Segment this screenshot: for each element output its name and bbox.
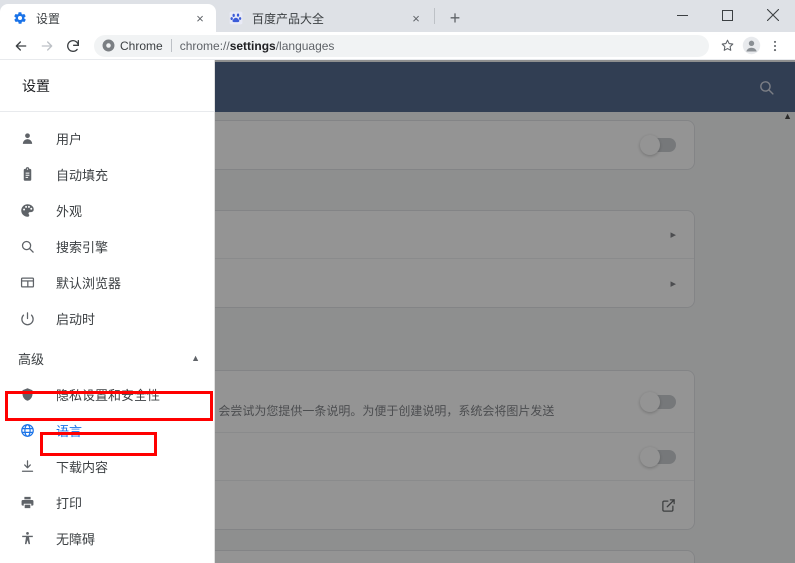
search-icon[interactable] — [755, 76, 777, 98]
sidebar-item-on-startup[interactable]: 启动时 — [0, 300, 214, 336]
sidebar-item-label: 外观 — [56, 203, 83, 219]
tab-baidu[interactable]: 百度产品大全 × — [216, 4, 432, 32]
sidebar-item-label: 用户 — [56, 131, 83, 147]
content-scroll-area[interactable]: 下载的文件的保存位置 网站设置 ▸ 清除浏览数据 ▸ — [30, 60, 795, 563]
row-toggle[interactable] — [640, 391, 676, 412]
tab-strip: 设置 × 百度产品大全 × + — [0, 0, 795, 32]
url-suffix: /languages — [275, 38, 335, 53]
sidebar-item-label: 下载内容 — [56, 459, 109, 475]
sidebar-item-advanced[interactable]: 高级 ▲ — [0, 340, 214, 376]
scroll-up-arrow-icon[interactable]: ▲ — [783, 112, 792, 121]
url-prefix: chrome:// — [179, 38, 230, 53]
sidebar-item-label: 搜索引擎 — [56, 239, 109, 255]
settings-content: 下载的文件的保存位置 网站设置 ▸ 清除浏览数据 ▸ — [30, 60, 795, 563]
forward-button[interactable] — [34, 33, 60, 59]
sidebar-item-label: 语言 — [56, 423, 83, 439]
minimize-button[interactable] — [660, 0, 705, 30]
search-icon — [18, 237, 36, 255]
new-tab-button[interactable]: + — [441, 4, 469, 32]
globe-icon — [18, 421, 36, 439]
sidebar-item-label: 打印 — [56, 495, 83, 511]
page-title: 设置 — [22, 77, 50, 94]
url-text: chrome://settings/languages — [180, 39, 335, 53]
window-controls — [660, 0, 795, 30]
row-toggle[interactable] — [640, 446, 676, 467]
omnibox-divider — [170, 39, 172, 52]
sidebar-header: 设置 — [0, 60, 214, 112]
sidebar-item-privacy-security[interactable]: 隐私设置和安全性 — [0, 376, 214, 412]
row-toggle[interactable] — [640, 135, 676, 155]
tab-title: 设置 — [36, 11, 61, 26]
url-bold: settings — [229, 38, 276, 53]
baidu-paw-icon — [228, 10, 244, 26]
sidebar-item-system[interactable]: 系统 — [0, 556, 214, 563]
maximize-button[interactable] — [705, 0, 750, 30]
sidebar-item-downloads[interactable]: 下载内容 — [0, 448, 214, 484]
palette-icon — [18, 201, 36, 219]
chevron-right-icon: ▸ — [670, 229, 676, 241]
person-icon — [18, 129, 36, 147]
tab-settings[interactable]: 设置 × — [0, 4, 216, 32]
gear-icon — [12, 10, 28, 26]
sidebar-item-label: 默认浏览器 — [56, 275, 122, 291]
avatar-icon[interactable] — [739, 34, 763, 58]
sidebar-item-label: 自动填充 — [56, 167, 109, 183]
settings-page: 下载的文件的保存位置 网站设置 ▸ 清除浏览数据 ▸ — [0, 60, 795, 563]
sidebar-item-default-browser[interactable]: 默认浏览器 — [0, 264, 214, 300]
chevron-up-icon: ▲ — [191, 352, 200, 363]
sidebar-item-label: 无障碍 — [56, 531, 96, 547]
back-button[interactable] — [8, 33, 34, 59]
close-icon[interactable]: × — [408, 10, 424, 26]
sidebar-item-accessibility[interactable]: 无障碍 — [0, 520, 214, 556]
sidebar-item-search-engine[interactable]: 搜索引擎 — [0, 228, 214, 264]
printer-icon — [18, 493, 36, 511]
tab-title: 百度产品大全 — [252, 11, 325, 26]
settings-header-bar — [215, 62, 795, 112]
chrome-chip-label: Chrome — [120, 38, 163, 53]
accessibility-icon — [18, 529, 36, 547]
chrome-chip: Chrome — [102, 39, 163, 53]
external-link-icon[interactable] — [656, 498, 676, 513]
close-icon[interactable]: × — [192, 10, 208, 26]
address-bar[interactable]: Chrome chrome://settings/languages — [94, 34, 709, 57]
star-icon[interactable] — [715, 34, 739, 58]
reload-button[interactable] — [60, 33, 86, 59]
sidebar-item-appearance[interactable]: 外观 — [0, 192, 214, 228]
sidebar-item-autofill[interactable]: 自动填充 — [0, 156, 214, 192]
chevron-right-icon: ▸ — [670, 277, 676, 290]
clipboard-icon — [18, 165, 36, 183]
chrome-logo-icon — [102, 39, 115, 52]
sidebar-item-people[interactable]: 用户 — [0, 120, 214, 156]
browser-toolbar: Chrome chrome://settings/languages — [0, 32, 795, 60]
power-icon — [18, 309, 36, 327]
shield-icon — [18, 385, 36, 403]
tab-separator — [434, 8, 435, 24]
sidebar-item-label: 隐私设置和安全性 — [56, 387, 161, 403]
settings-sidebar: 设置 用户 自动填充 外观 搜索引擎 默认浏览器 启动时 高级 ▲ 隐私设置和安… — [0, 60, 215, 563]
browser-window-icon — [18, 273, 36, 291]
sidebar-item-label: 启动时 — [56, 311, 96, 327]
close-button[interactable] — [750, 0, 795, 30]
three-dot-menu-icon[interactable] — [763, 34, 787, 58]
sidebar-list: 用户 自动填充 外观 搜索引擎 默认浏览器 启动时 高级 ▲ 隐私设置和安全性 … — [0, 112, 214, 563]
sidebar-advanced-label: 高级 — [18, 351, 45, 367]
sidebar-item-printing[interactable]: 打印 — [0, 484, 214, 520]
sidebar-item-languages[interactable]: 语言 — [0, 412, 214, 448]
download-icon — [18, 457, 36, 475]
